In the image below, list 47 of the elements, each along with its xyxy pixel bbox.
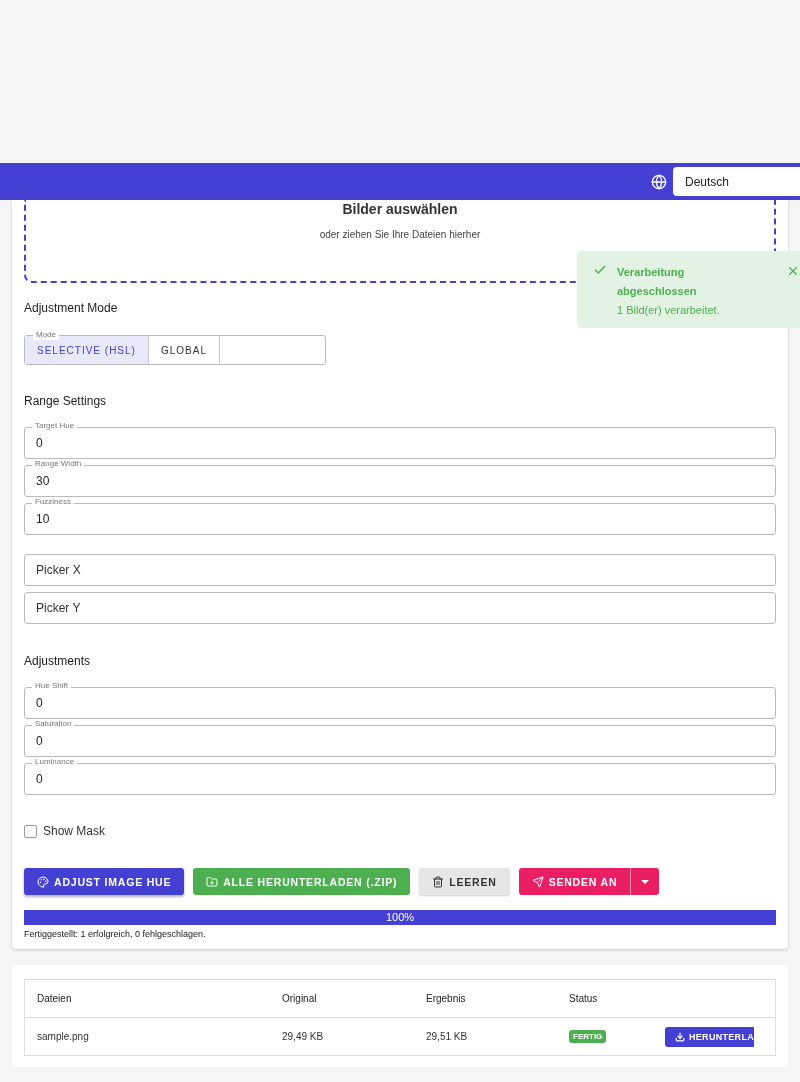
check-icon xyxy=(593,263,607,277)
close-icon[interactable] xyxy=(786,264,800,278)
action-button[interactable]: ADJUST IMAGE HUE xyxy=(24,868,185,895)
field-label: Fuzziness xyxy=(32,497,74,507)
download-button[interactable]: HERUNTERLA xyxy=(665,1026,754,1047)
checkbox-label: Show Mask xyxy=(43,824,106,838)
number-field[interactable]: 0 xyxy=(24,687,776,719)
number-field[interactable]: 0 xyxy=(24,725,776,757)
dropzone-title: Bilder auswählen xyxy=(342,201,458,217)
table-cell-text: sample.png xyxy=(36,1031,90,1042)
dropdown-button[interactable] xyxy=(631,868,660,895)
section-heading: Adjustment Mode xyxy=(24,301,118,315)
number-field[interactable]: 0 xyxy=(24,763,776,795)
column-header: Ergebnis xyxy=(425,993,467,1004)
table-cell-text: 29,51 KB xyxy=(425,1031,469,1042)
field-label: Range Width xyxy=(32,459,85,469)
field-label: Mode xyxy=(33,330,59,340)
send-button[interactable]: SENDEN AN xyxy=(518,868,632,895)
language-select[interactable]: Deutsch xyxy=(673,167,800,196)
table-cell-text: 29,49 KB xyxy=(281,1031,325,1042)
section-heading: Adjustments xyxy=(24,654,91,668)
number-field[interactable]: Picker X xyxy=(24,554,776,586)
field-label: Hue Shift xyxy=(32,681,71,691)
download-icon xyxy=(675,1031,685,1042)
number-field[interactable]: Picker Y xyxy=(24,592,776,624)
folder-download-icon xyxy=(206,875,219,888)
caret-icon xyxy=(641,879,650,884)
field-label: Target Hue xyxy=(32,421,78,431)
trash-icon xyxy=(432,875,445,888)
dropzone-hint: oder ziehen Sie Ihre Dateien hierher xyxy=(319,229,481,240)
section-heading: Range Settings xyxy=(24,394,107,408)
action-button[interactable]: LEEREN xyxy=(419,868,510,895)
send-icon xyxy=(531,875,544,888)
globe-icon[interactable] xyxy=(651,173,667,190)
checkbox[interactable] xyxy=(24,824,37,838)
field-label: Luminance xyxy=(32,757,78,767)
palette-icon xyxy=(37,875,49,888)
column-header: Original xyxy=(281,993,318,1004)
column-header: Status xyxy=(568,993,599,1004)
column-header: Dateien xyxy=(36,993,73,1004)
number-field[interactable]: 10 xyxy=(24,503,776,535)
progress-reading: 100% xyxy=(385,910,415,925)
status-tag: FERTIG xyxy=(569,1030,607,1043)
field-label: Saturation xyxy=(32,719,75,729)
mode-toggle[interactable]: SELECTIVE (HSL) xyxy=(25,336,149,364)
toast-message: 1 Bild(er) verarbeitet. xyxy=(617,303,721,318)
progress-summary: Fertiggestellt: 1 erfolgreich, 0 fehlgeschlagen. xyxy=(24,929,207,939)
